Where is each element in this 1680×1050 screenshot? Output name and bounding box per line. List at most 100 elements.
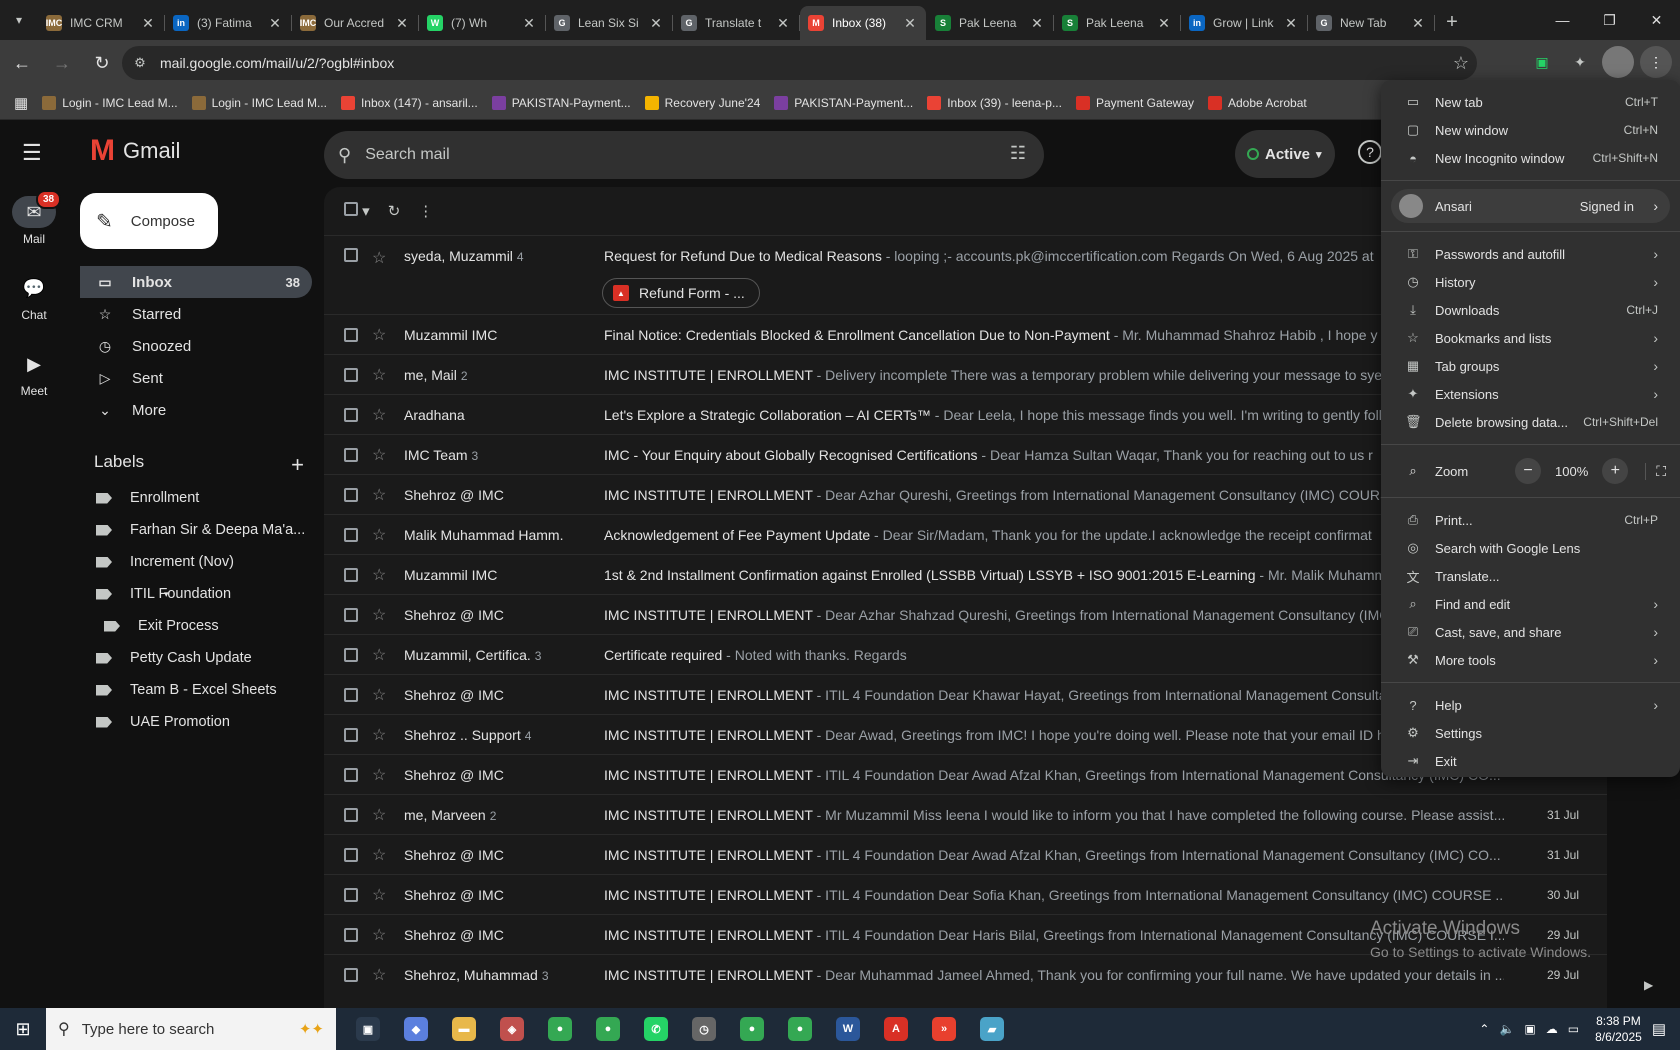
label-item[interactable]: Enrollment	[80, 482, 312, 514]
bookmark-item[interactable]: Adobe Acrobat	[1208, 95, 1307, 110]
menu-item-tab-groups[interactable]: ▦ Tab groups ›	[1381, 352, 1680, 380]
tab-1[interactable]: in (3) Fatima ✕	[165, 6, 292, 40]
tab-5[interactable]: G Translate t ✕	[673, 6, 800, 40]
row-checkbox[interactable]	[344, 567, 358, 582]
compose-button[interactable]: ✎ Compose	[80, 193, 218, 249]
tab-4[interactable]: G Lean Six Si ✕	[546, 6, 673, 40]
site-info-icon[interactable]: ⚙	[130, 55, 150, 71]
label-item[interactable]: Team B - Excel Sheets	[80, 674, 312, 706]
onedrive-icon[interactable]: ☁	[1546, 1022, 1558, 1036]
menu-item-exit[interactable]: ⇥ Exit	[1381, 747, 1680, 775]
tab-close-icon[interactable]: ✕	[521, 15, 537, 32]
star-icon[interactable]: ☆	[372, 725, 392, 745]
row-checkbox[interactable]	[344, 647, 358, 662]
attachment-chip[interactable]: ▲ Refund Form - ...	[602, 278, 760, 308]
volume-icon[interactable]: 🔈	[1499, 1022, 1514, 1036]
row-checkbox[interactable]	[344, 407, 358, 422]
app-icon[interactable]: ◈	[488, 1008, 536, 1050]
row-checkbox[interactable]	[344, 767, 358, 782]
menu-item-cast-save-and-share[interactable]: ⎚ Cast, save, and share ›	[1381, 618, 1680, 646]
row-checkbox[interactable]	[344, 248, 358, 262]
menu-item-translate[interactable]: 文 Translate...	[1381, 562, 1680, 590]
gmail-logo[interactable]: M Gmail	[90, 134, 180, 168]
help-icon[interactable]: ?	[1358, 140, 1382, 164]
row-checkbox[interactable]	[344, 847, 358, 862]
search-bar[interactable]: ⚲ Search mail ☷	[324, 131, 1044, 179]
chrome-icon[interactable]: ●	[584, 1008, 632, 1050]
acrobat-icon[interactable]: A	[872, 1008, 920, 1050]
tab-close-icon[interactable]: ✕	[267, 15, 283, 32]
fullscreen-icon[interactable]: ⛶	[1645, 462, 1666, 480]
folder-inbox[interactable]: ▭ Inbox 38	[80, 266, 312, 298]
reload-icon[interactable]: ↻	[84, 45, 120, 81]
menu-item-search-with-google-lens[interactable]: ◎ Search with Google Lens	[1381, 534, 1680, 562]
bookmark-item[interactable]: Recovery June'24	[644, 95, 760, 110]
display-icon[interactable]: ▭	[1568, 1022, 1579, 1036]
star-icon[interactable]: ☆	[372, 805, 392, 825]
tray-chevron-icon[interactable]: ⌃	[1479, 1022, 1489, 1036]
main-menu-icon[interactable]: ☰	[22, 140, 42, 166]
notification-icon[interactable]: ▤	[1652, 1020, 1666, 1038]
chrome-icon[interactable]: ●	[536, 1008, 584, 1050]
taskbar-search-input[interactable]: Type here to search	[82, 1021, 215, 1038]
tab-3[interactable]: W (7) Wh ✕	[419, 6, 546, 40]
row-checkbox[interactable]	[344, 487, 358, 502]
tab-close-icon[interactable]: ✕	[140, 15, 156, 32]
restore-icon[interactable]: ❐	[1586, 0, 1633, 40]
more-actions-icon[interactable]: ⋮	[418, 202, 433, 220]
anydesk-icon[interactable]: »	[920, 1008, 968, 1050]
extensions-puzzle-icon[interactable]: ✦	[1564, 46, 1596, 78]
tab-close-icon[interactable]: ✕	[1410, 15, 1426, 32]
row-checkbox[interactable]	[344, 327, 358, 342]
tab-8[interactable]: S Pak Leena ✕	[1054, 6, 1181, 40]
tab-close-icon[interactable]: ✕	[902, 15, 918, 32]
folder-more[interactable]: ⌄ More	[80, 394, 312, 426]
tab-search-icon[interactable]: ▾	[0, 0, 38, 40]
table-row[interactable]: ☆ Shehroz, Muhammad 3 IMC INSTITUTE | ENROL…	[324, 954, 1607, 994]
star-icon[interactable]: ☆	[372, 925, 392, 945]
tab-6[interactable]: M Inbox (38) ✕	[800, 6, 926, 40]
menu-item-find-and-edit[interactable]: ⌕ Find and edit ›	[1381, 590, 1680, 618]
clock-app-icon[interactable]: ◷	[680, 1008, 728, 1050]
task-view-icon[interactable]: ▣	[344, 1008, 392, 1050]
search-icon[interactable]: ⚲	[338, 145, 351, 166]
star-icon[interactable]: ☆	[372, 405, 392, 425]
apps-grid-icon[interactable]: ▦	[14, 94, 28, 112]
tab-close-icon[interactable]: ✕	[1156, 15, 1172, 32]
rail-chat[interactable]: 💬 Chat	[0, 272, 68, 323]
star-icon[interactable]: ☆	[372, 525, 392, 545]
table-row[interactable]: ☆ Shehroz @ IMC IMC INSTITUTE | ENROLLMENT…	[324, 834, 1607, 874]
new-tab-button[interactable]: +	[1435, 5, 1469, 39]
word-icon[interactable]: W	[824, 1008, 872, 1050]
row-checkbox[interactable]	[344, 927, 358, 942]
add-label-icon[interactable]: +	[291, 452, 304, 478]
label-item[interactable]: Petty Cash Update	[80, 642, 312, 674]
table-row[interactable]: ☆ Shehroz @ IMC IMC INSTITUTE | ENROLLMENT…	[324, 874, 1607, 914]
back-icon[interactable]: ←	[4, 45, 40, 81]
menu-item-more-tools[interactable]: ⚒ More tools ›	[1381, 646, 1680, 674]
zoom-out-button[interactable]: −	[1515, 458, 1541, 484]
bookmark-star-icon[interactable]: ☆	[1453, 53, 1469, 74]
search-input[interactable]: Search mail	[365, 146, 449, 164]
menu-item-new-window[interactable]: ▢ New window Ctrl+N	[1381, 116, 1680, 144]
star-icon[interactable]: ☆	[372, 485, 392, 505]
row-checkbox[interactable]	[344, 887, 358, 902]
tab-7[interactable]: S Pak Leena ✕	[927, 6, 1054, 40]
menu-item-new-incognito-window[interactable]: ◓ New Incognito window Ctrl+Shift+N	[1381, 144, 1680, 172]
profile-avatar[interactable]	[1602, 46, 1634, 78]
tab-9[interactable]: in Grow | Link ✕	[1181, 6, 1308, 40]
bookmark-item[interactable]: Inbox (147) - ansaril...	[340, 95, 478, 110]
bookmark-item[interactable]: Payment Gateway	[1075, 95, 1194, 110]
menu-item-extensions[interactable]: ✦ Extensions ›	[1381, 380, 1680, 408]
menu-item-settings[interactable]: ⚙ Settings	[1381, 719, 1680, 747]
whatsapp-icon[interactable]: ✆	[632, 1008, 680, 1050]
status-button[interactable]: Active ▾	[1235, 130, 1335, 178]
refresh-icon[interactable]: ↻	[388, 202, 401, 220]
menu-item-new-tab[interactable]: ▭ New tab Ctrl+T	[1381, 88, 1680, 116]
row-checkbox[interactable]	[344, 727, 358, 742]
row-checkbox[interactable]	[344, 807, 358, 822]
bookmark-item[interactable]: Login - IMC Lead M...	[42, 95, 178, 110]
menu-item-passwords-and-autofill[interactable]: ⚿ Passwords and autofill ›	[1381, 240, 1680, 268]
taskbar-search[interactable]: ⚲ Type here to search ✦✦	[46, 1008, 336, 1050]
tab-10[interactable]: G New Tab ✕	[1308, 6, 1435, 40]
